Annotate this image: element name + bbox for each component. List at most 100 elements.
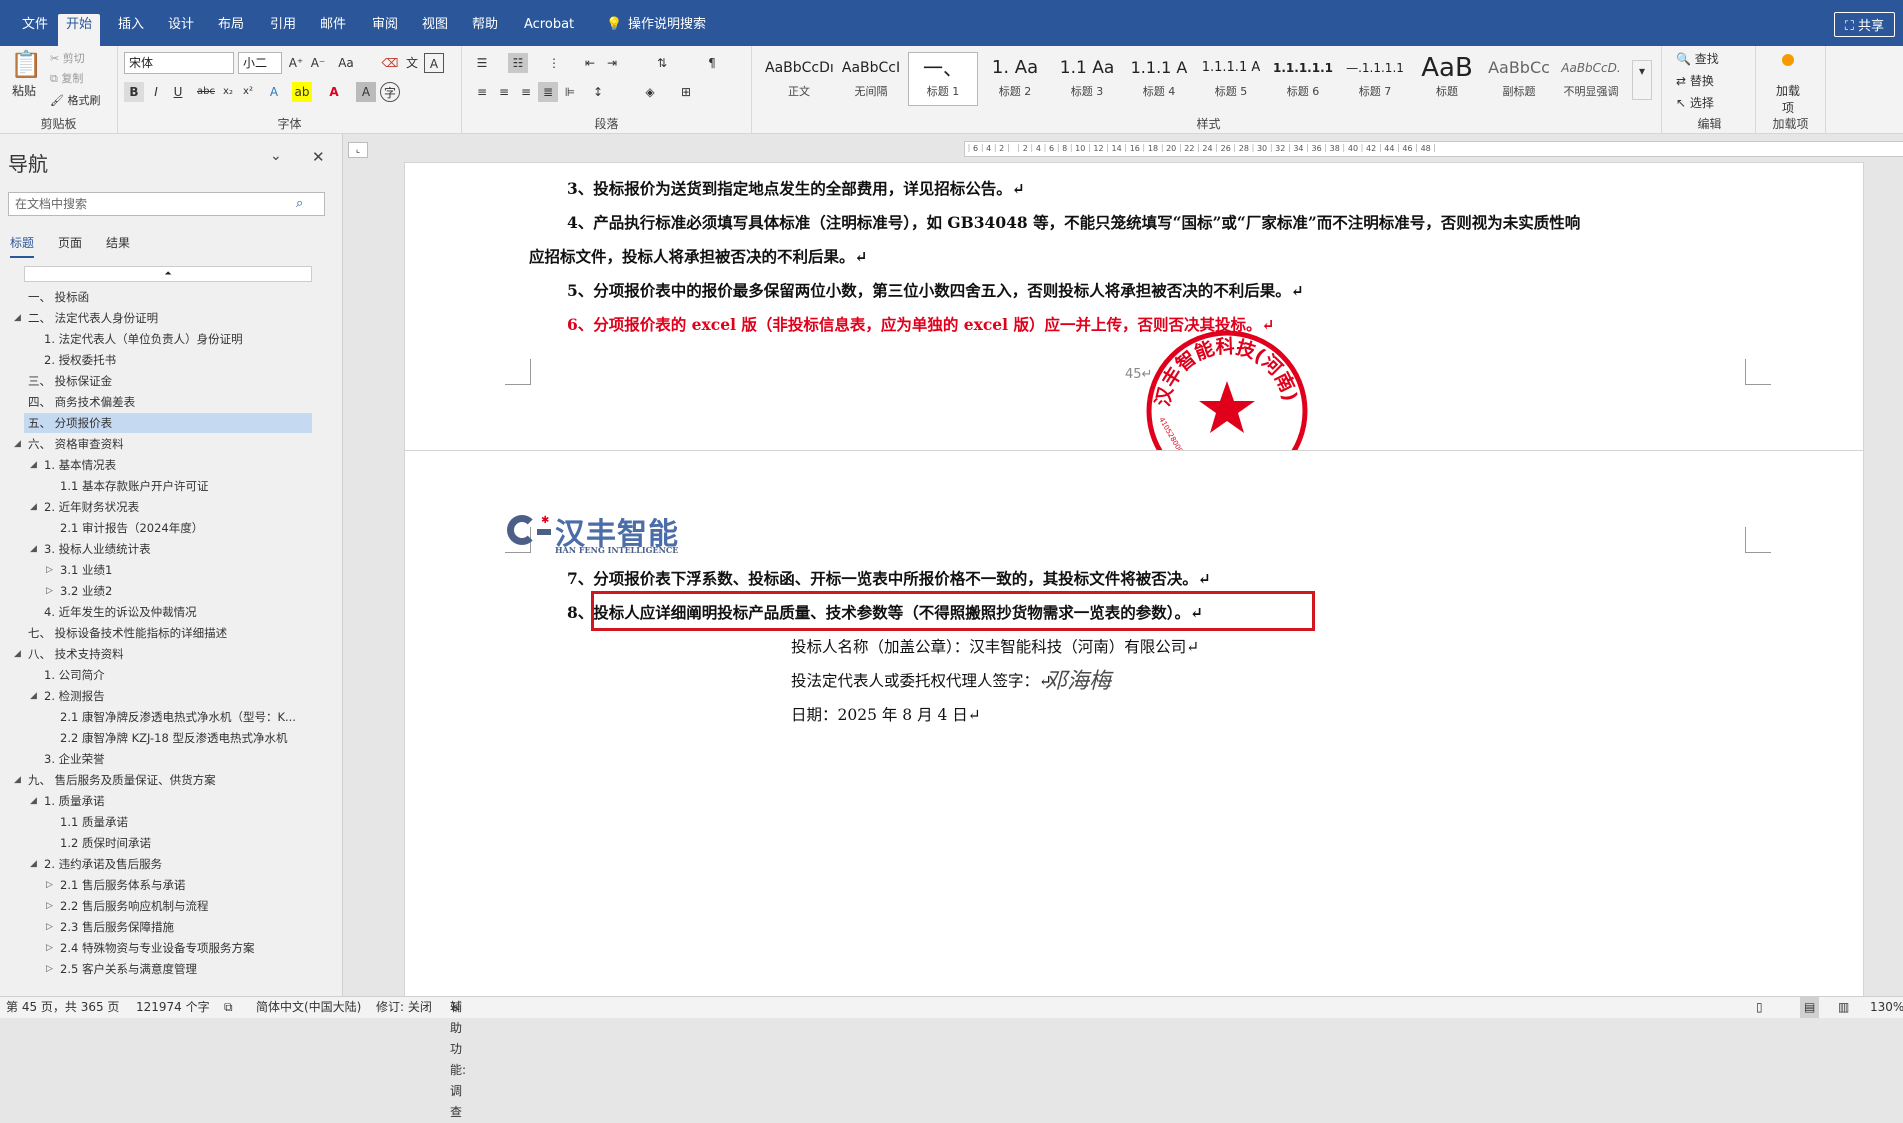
collapse-icon[interactable]: ◢ [30, 539, 37, 559]
nav-heading-item[interactable]: 1. 法定代表人（单位负责人）身份证明 [44, 329, 243, 349]
nav-heading-item[interactable]: ▷ 2.2 售后服务响应机制与流程 [46, 896, 208, 916]
tab-layout[interactable]: 布局 [210, 14, 252, 36]
representative-line[interactable]: 投法定代表人或委托权代理人签字：↵ [791, 669, 1052, 691]
nav-heading-item[interactable]: 一、 投标函 [28, 287, 89, 307]
expand-icon[interactable]: ▷ [46, 959, 53, 979]
italic-button[interactable]: I [146, 82, 166, 102]
share-button[interactable]: ⛶ 共享 [1833, 12, 1895, 37]
paste-button[interactable]: 粘贴 [12, 82, 36, 99]
tab-mailings[interactable]: 邮件 [312, 14, 354, 36]
expand-icon[interactable]: ▷ [46, 581, 53, 601]
print-layout-icon[interactable]: ▤ [1800, 997, 1820, 1018]
nav-heading-item[interactable]: ▷ 2.3 售后服务保障措施 [46, 917, 174, 937]
nav-heading-item[interactable]: 1.1 质量承诺 [60, 812, 128, 832]
underline-button[interactable]: U [168, 82, 188, 102]
collapse-icon[interactable]: ◢ [14, 770, 21, 790]
collapse-icon[interactable]: ◢ [30, 455, 37, 475]
nav-heading-item[interactable]: 2.2 康智净牌 KZJ-18 型反渗透电热式净水机 [60, 728, 287, 748]
tab-review[interactable]: 审阅 [364, 14, 406, 36]
sort-icon[interactable]: ⇅ [652, 53, 672, 73]
expand-icon[interactable]: ▷ [46, 560, 53, 580]
nav-heading-item[interactable]: ◢ 2. 近年财务状况表 [30, 497, 139, 517]
nav-heading-item[interactable]: 2.1 康智净牌反渗透电热式净水机（型号：K... [60, 707, 296, 727]
justify-icon[interactable]: ≣ [538, 82, 558, 102]
nav-heading-item[interactable]: 2.1 审计报告（2024年度） [60, 518, 203, 538]
increase-indent-icon[interactable]: ⇥ [602, 53, 622, 73]
collapse-icon[interactable]: ◢ [30, 791, 37, 811]
tell-me-search[interactable]: 操作说明搜索 [620, 14, 714, 36]
expand-icon[interactable]: ▷ [46, 896, 53, 916]
bullets-icon[interactable]: ☰ [472, 53, 492, 73]
nav-heading-item[interactable]: 3. 企业荣誉 [44, 749, 105, 769]
nav-search-input[interactable]: 在文档中搜索 [8, 192, 325, 216]
style-heading-6[interactable]: 1.1.1.1.1 标题 6 [1268, 52, 1338, 106]
nav-heading-item[interactable]: ◢ 二、 法定代表人身份证明 [14, 308, 158, 328]
align-center-icon[interactable]: ≡ [494, 82, 514, 102]
enclose-char-icon[interactable]: 字 [380, 82, 400, 102]
change-case-button[interactable]: Aa [336, 53, 356, 73]
nav-heading-item[interactable]: ◢ 九、 售后服务及质量保证、供货方案 [14, 770, 216, 790]
addins-button[interactable]: 加载项 [1776, 82, 1800, 116]
expand-icon[interactable]: ▷ [46, 917, 53, 937]
nav-heading-item[interactable]: ◢ 八、 技术支持资料 [14, 644, 124, 664]
styles-more-icon[interactable]: ▾ [1632, 60, 1652, 100]
paragraph-4[interactable]: 4、产品执行标准必须填写具体标准（注明标准号），如 GB34048 等，不能只笼… [567, 211, 1580, 233]
tab-design[interactable]: 设计 [160, 14, 202, 36]
phonetic-guide-icon[interactable]: 文 [402, 53, 422, 73]
nav-heading-item[interactable]: 五、 分项报价表 [24, 413, 312, 433]
page-count[interactable]: 第 45 页，共 365 页 [6, 997, 119, 1018]
nav-heading-item[interactable]: 1. 公司简介 [44, 665, 105, 685]
style-subtitle[interactable]: AaBbCc 副标题 [1484, 52, 1554, 106]
subscript-button[interactable]: x₂ [218, 82, 238, 102]
paragraph-5[interactable]: 5、分项报价表中的报价最多保留两位小数，第三位小数四舍五入，否则投标人将承担被否… [567, 279, 1304, 301]
web-layout-icon[interactable]: ▥ [1838, 997, 1849, 1018]
collapse-icon[interactable]: ◢ [14, 434, 21, 454]
paste-icon[interactable]: 📋 [10, 50, 42, 80]
font-name-select[interactable]: 宋体 [124, 52, 234, 74]
nav-heading-item[interactable]: ▷ 2.1 售后服务体系与承诺 [46, 875, 185, 895]
nav-tab-results[interactable]: 结果 [106, 234, 130, 251]
line-spacing-icon[interactable]: ↕ [588, 82, 608, 102]
paragraph-4-cont[interactable]: 应招标文件，投标人将承担被否决的不利后果。↵ [529, 245, 868, 267]
grow-font-button[interactable]: A⁺ [286, 53, 306, 73]
tab-stop-selector[interactable]: ⌞ [348, 142, 368, 158]
expand-icon[interactable]: ▷ [46, 875, 53, 895]
nav-heading-item[interactable]: 2. 授权委托书 [44, 350, 116, 370]
font-color-icon[interactable]: A [324, 82, 344, 102]
collapse-icon[interactable]: ◢ [30, 497, 37, 517]
paragraph-3[interactable]: 3、投标报价为送货到指定地点发生的全部费用，详见招标公告。↵ [567, 177, 1025, 199]
nav-heading-item[interactable]: ▷ 3.2 业绩2 [46, 581, 112, 601]
word-count[interactable]: 121974 个字 [136, 997, 210, 1018]
find-button[interactable]: 🔍 查找 [1676, 50, 1719, 67]
nav-heading-item[interactable]: ◢ 2. 违约承诺及售后服务 [30, 854, 162, 874]
nav-heading-item[interactable]: ▷ 3.1 业绩1 [46, 560, 112, 580]
collapse-all-icon[interactable]: ⏶ [24, 266, 312, 282]
style-subtle-emphasis[interactable]: AaBbCcD. 不明显强调 [1556, 52, 1626, 106]
cut-button[interactable]: ✂ 剪切 [50, 50, 85, 66]
nav-heading-item[interactable]: ▷ 2.4 特殊物资与专业设备专项服务方案 [46, 938, 254, 958]
read-mode-icon[interactable]: ▯ [1756, 997, 1763, 1018]
search-icon[interactable]: ⌕ [296, 196, 303, 211]
font-size-select[interactable]: 小二 [238, 52, 282, 74]
paragraph-7[interactable]: 7、分项报价表下浮系数、投标函、开标一览表中所报价格不一致的，其投标文件将被否决… [567, 567, 1211, 589]
style-heading-1[interactable]: 一、 标题 1 [908, 52, 978, 106]
nav-heading-item[interactable]: 1.2 质保时间承诺 [60, 833, 151, 853]
nav-heading-item[interactable]: 四、 商务技术偏差表 [28, 392, 135, 412]
text-effects-icon[interactable]: A [264, 82, 284, 102]
tab-view[interactable]: 视图 [414, 14, 456, 36]
language-indicator[interactable]: 简体中文(中国大陆) [256, 997, 361, 1018]
nav-heading-item[interactable]: 1.1 基本存款账户开户许可证 [60, 476, 208, 496]
bold-button[interactable]: B [124, 82, 144, 102]
borders-icon[interactable]: ⊞ [676, 82, 696, 102]
strikethrough-button[interactable]: abc [196, 82, 216, 102]
nav-heading-item[interactable]: 4. 近年发生的诉讼及仲裁情况 [44, 602, 197, 622]
tab-acrobat[interactable]: Acrobat [516, 14, 582, 36]
shrink-font-button[interactable]: A⁻ [308, 53, 328, 73]
multilevel-list-icon[interactable]: ⋮ [544, 53, 564, 73]
char-border-icon[interactable]: A [424, 53, 444, 73]
distributed-icon[interactable]: ⊫ [560, 82, 580, 102]
highlight-icon[interactable]: ab [292, 82, 312, 102]
tab-help[interactable]: 帮助 [464, 14, 506, 36]
numbering-icon[interactable]: ☷ [508, 53, 528, 73]
nav-heading-item[interactable]: ◢ 2. 检测报告 [30, 686, 105, 706]
